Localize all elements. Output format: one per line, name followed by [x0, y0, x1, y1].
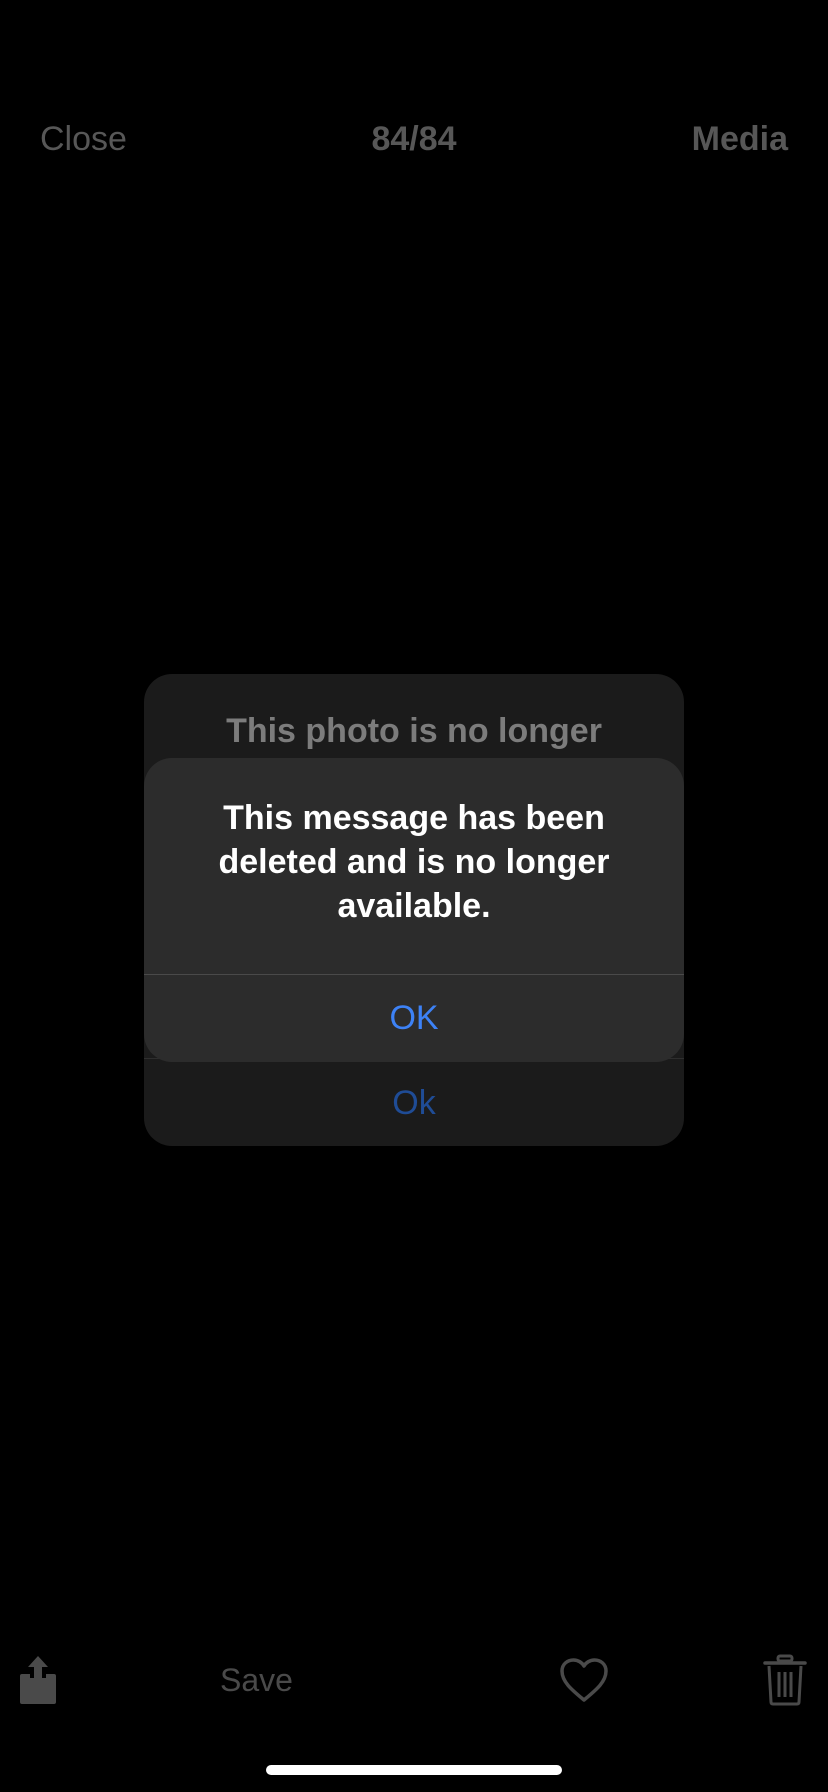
trash-icon[interactable]	[762, 1654, 808, 1706]
top-bar: Close 84/84 Media	[0, 108, 828, 172]
media-button[interactable]: Media	[692, 120, 788, 159]
save-button[interactable]: Save	[220, 1662, 293, 1699]
share-icon[interactable]	[18, 1654, 58, 1706]
background-alert-ok-button: Ok	[392, 1084, 436, 1122]
alert-message: This message has been deleted and is no …	[218, 799, 610, 925]
bottom-toolbar: Save	[0, 1650, 828, 1710]
heart-icon[interactable]	[558, 1656, 610, 1704]
background-alert-title: This photo is no longer	[226, 712, 602, 750]
home-indicator[interactable]	[266, 1765, 562, 1775]
alert-dialog: This message has been deleted and is no …	[144, 758, 684, 1062]
alert-ok-button[interactable]: OK	[144, 975, 684, 1062]
